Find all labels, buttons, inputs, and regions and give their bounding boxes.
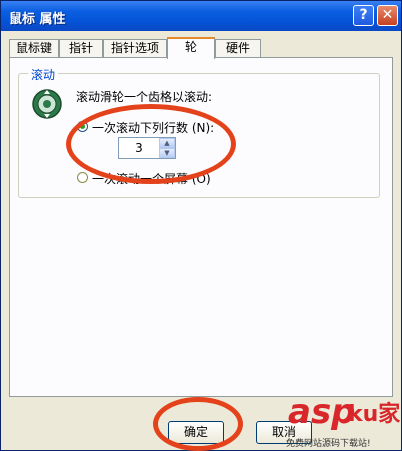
watermark-brand: asp bbox=[288, 392, 356, 432]
watermark-suffix: ku家 bbox=[348, 402, 401, 427]
tab-wheel[interactable]: 轮 bbox=[167, 37, 215, 59]
scroll-screen-label[interactable]: 一次滚动一个屏幕 (O) bbox=[92, 170, 211, 187]
help-button[interactable]: ? bbox=[353, 5, 374, 26]
window-title: 鼠标 属性 bbox=[9, 12, 66, 27]
scroll-lines-radio[interactable] bbox=[77, 121, 88, 132]
lines-spinner[interactable]: 3 ▲ ▼ bbox=[118, 137, 176, 159]
scroll-lines-label[interactable]: 一次滚动下列行数 (N): bbox=[92, 119, 214, 136]
scrolling-group-label: 滚动 bbox=[28, 66, 59, 83]
mouse-properties-dialog: 鼠标 属性 ? ✕ 鼠标键 指针 指针选项 轮 硬件 bbox=[0, 0, 402, 451]
tab-buttons[interactable]: 鼠标键 bbox=[9, 39, 59, 57]
title-bar: 鼠标 属性 ? ✕ bbox=[1, 1, 401, 31]
tab-pointers[interactable]: 指针 bbox=[59, 39, 103, 57]
scroll-screen-radio[interactable] bbox=[77, 172, 88, 183]
ok-button[interactable]: 确定 bbox=[168, 421, 224, 444]
lines-value[interactable]: 3 bbox=[119, 138, 159, 158]
wheel-description: 滚动滑轮一个齿格以滚动: bbox=[76, 90, 213, 104]
spin-down-icon[interactable]: ▼ bbox=[159, 148, 175, 158]
tab-hardware[interactable]: 硬件 bbox=[215, 39, 261, 57]
watermark-tagline: 免费网站源码下载站! bbox=[286, 439, 371, 449]
close-button[interactable]: ✕ bbox=[377, 5, 398, 26]
tab-pointer-options[interactable]: 指针选项 bbox=[103, 39, 167, 57]
spin-up-icon[interactable]: ▲ bbox=[159, 138, 175, 148]
mouse-wheel-icon bbox=[32, 89, 62, 119]
